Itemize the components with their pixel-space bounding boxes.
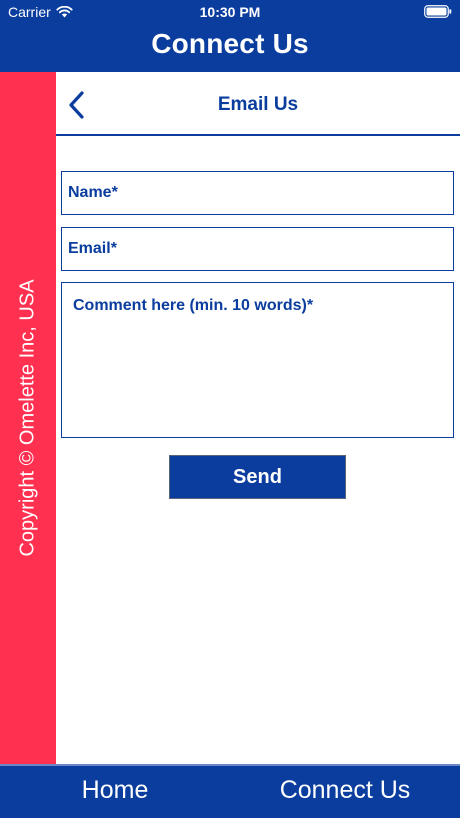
copyright-text: Copyright © Omelette Inc, USA — [16, 279, 39, 557]
status-time: 10:30 PM — [199, 4, 261, 20]
name-field[interactable] — [61, 171, 454, 215]
sidebar: Copyright © Omelette Inc, USA — [0, 72, 56, 764]
app-title: Connect Us — [151, 28, 309, 59]
tab-home[interactable]: Home — [0, 776, 230, 805]
nav-header: Email Us — [56, 72, 460, 136]
page-title: Email Us — [217, 94, 299, 115]
status-bar: Carrier 10:30 PM — [0, 0, 460, 24]
email-field[interactable] — [61, 227, 454, 271]
tab-connect-us[interactable]: Connect Us — [230, 776, 460, 805]
tab-bar: Home Connect Us — [0, 764, 460, 818]
send-button[interactable]: Send — [169, 455, 346, 499]
battery-icon — [424, 5, 452, 18]
top-bar: Carrier 10:30 PM Connect Us — [0, 0, 460, 72]
comment-field[interactable] — [61, 282, 454, 438]
